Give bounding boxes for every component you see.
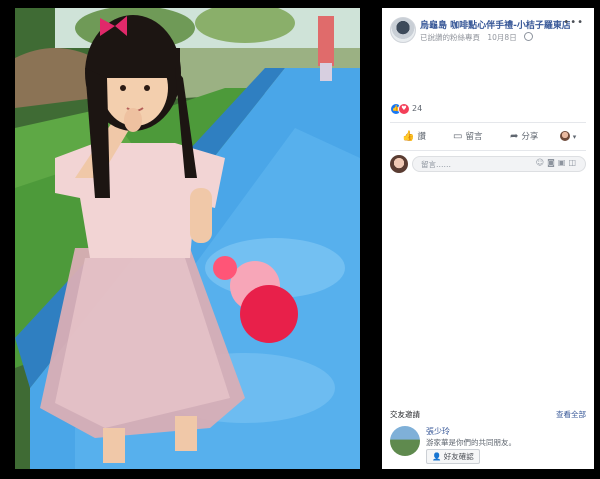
sticker-icon[interactable]: ◫ (568, 158, 579, 167)
comment-label: 留言 (465, 132, 483, 142)
like-button[interactable]: 👍 讚 (402, 126, 426, 148)
chevron-down-icon: ▾ (572, 133, 577, 141)
gif-icon[interactable]: ▣ (558, 158, 569, 167)
comment-input[interactable]: 留言…… ☺◙▣◫ (412, 156, 586, 172)
friend-requests-header: 交友邀請 查看全部 (390, 409, 586, 421)
divider (390, 150, 586, 151)
audience-note: 已說讚的粉絲專頁 (420, 33, 480, 42)
divider (390, 122, 586, 123)
post-meta: 已說讚的粉絲專頁 10月8日 (420, 32, 538, 43)
post-side-panel: 烏龜島 咖啡點心伴手禮-小桔子羅東店 已說讚的粉絲專頁 10月8日 ••• 👍 … (382, 8, 594, 469)
add-friend-icon: 👤 (432, 452, 442, 461)
comment-composer: 留言…… ☺◙▣◫ (390, 154, 586, 176)
emoji-icon[interactable]: ☺ (536, 158, 547, 167)
share-button[interactable]: ➦ 分享 (510, 126, 538, 148)
share-label: 分享 (521, 132, 539, 142)
requester-name[interactable]: 張少玲 (426, 426, 450, 437)
share-arrow-icon: ➦ (510, 131, 519, 142)
reaction-summary[interactable]: 👍 ♥ 24 (390, 103, 510, 115)
comment-placeholder: 留言…… (421, 160, 451, 169)
camera-icon[interactable]: ◙ (547, 158, 558, 167)
viewer-avatar (390, 155, 408, 173)
photo-viewer (0, 0, 382, 479)
post-header: 烏龜島 咖啡點心伴手禮-小桔子羅東店 已說讚的粉絲專頁 10月8日 ••• (390, 17, 588, 51)
requester-avatar[interactable] (390, 426, 420, 456)
post-as-selector[interactable]: ▾ (560, 126, 576, 148)
photo-illustration (15, 8, 360, 469)
comment-bubble-icon: ▭ (453, 131, 463, 142)
page-avatar[interactable] (390, 17, 416, 43)
more-dots-icon[interactable]: ••• (563, 17, 584, 28)
mutual-friends: 游家華是你們的共同朋友。 (426, 438, 516, 447)
confirm-label: 好友確認 (443, 452, 474, 461)
composer-icons: ☺◙▣◫ (536, 158, 579, 167)
friend-requests-title: 交友邀請 (390, 410, 420, 419)
confirm-friend-button[interactable]: 👤 好友確認 (426, 449, 480, 464)
comment-button[interactable]: ▭ 留言 (453, 126, 482, 148)
reaction-count[interactable]: 24 (412, 103, 422, 115)
viewer-avatar (560, 131, 570, 141)
post-action-bar: 👍 讚 ▭ 留言 ➦ 分享 ▾ (390, 126, 586, 148)
love-reaction-icon: ♥ (398, 103, 410, 115)
like-label: 讚 (417, 132, 426, 142)
see-all-link[interactable]: 查看全部 (556, 409, 586, 420)
post-date[interactable]: 10月8日 (487, 33, 516, 42)
globe-icon[interactable] (524, 32, 534, 41)
page-name-link[interactable]: 烏龜島 咖啡點心伴手禮-小桔子羅東店 (420, 18, 570, 31)
post-photo[interactable] (15, 8, 360, 469)
friend-request-card: 張少玲 游家華是你們的共同朋友。 👤 好友確認 (390, 426, 586, 466)
thumbs-up-icon: 👍 (402, 131, 415, 142)
